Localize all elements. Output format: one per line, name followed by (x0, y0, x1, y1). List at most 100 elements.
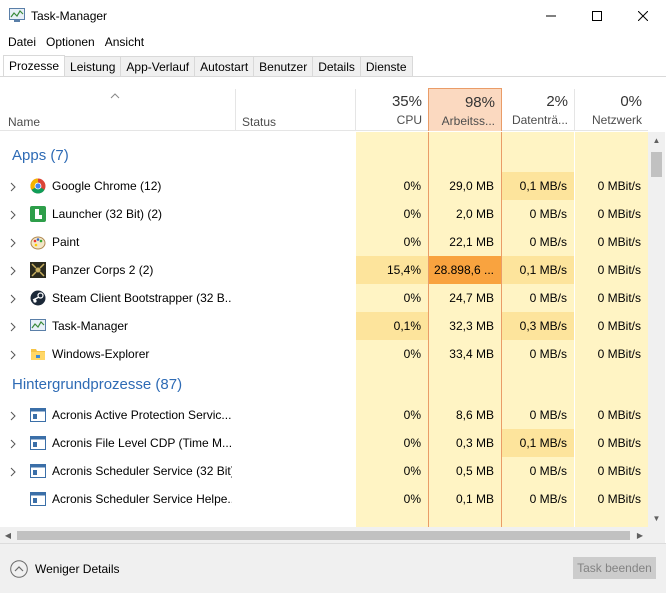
group-background-processes[interactable]: Hintergrundprozesse (87) (0, 368, 648, 401)
vertical-scrollbar[interactable]: ▲ ▼ (648, 132, 665, 543)
task-manager-icon (30, 318, 46, 334)
collapse-chevron-icon[interactable] (10, 560, 28, 578)
process-row[interactable]: Panzer Corps 2 (2) 15,4% 28.898,6 ... 0,… (0, 256, 648, 284)
process-name: Task-Manager (52, 319, 129, 333)
scroll-right-icon[interactable]: ▶ (632, 527, 648, 543)
group-title: Hintergrundprozesse (87) (12, 376, 183, 393)
memory-value: 0,5 MB (455, 464, 494, 478)
fewer-details-link[interactable]: Weniger Details (35, 562, 119, 576)
disk-value: 0,1 MB/s (502, 256, 574, 284)
task-manager-app-icon (9, 8, 25, 22)
memory-value: 33,4 MB (449, 347, 494, 361)
service-window-icon (30, 407, 46, 423)
process-row[interactable]: Acronis Active Protection Servic... 0% 8… (0, 401, 648, 429)
service-window-icon (30, 491, 46, 507)
network-value: 0 MBit/s (597, 179, 641, 193)
menu-optionen[interactable]: Optionen (41, 35, 100, 49)
group-title: Apps (7) (12, 147, 69, 164)
chevron-right-icon[interactable] (10, 293, 16, 304)
network-value: 0 MBit/s (597, 436, 641, 450)
close-button[interactable] (620, 0, 666, 31)
chevron-right-icon[interactable] (10, 265, 16, 276)
memory-value: 8,6 MB (455, 408, 494, 422)
memory-value: 29,0 MB (449, 179, 494, 193)
process-row[interactable]: Acronis Scheduler Service (32 Bit) 0% 0,… (0, 457, 648, 485)
tab-app-verlauf[interactable]: App-Verlauf (120, 56, 196, 76)
group-apps[interactable]: Apps (7) (0, 139, 648, 172)
memory-value: 0,3 MB (455, 436, 494, 450)
process-row[interactable]: Steam Client Bootstrapper (32 B... 0% 24… (0, 284, 648, 312)
end-task-button[interactable]: Task beenden (573, 557, 656, 579)
memory-value: 28.898,6 ... (429, 256, 501, 284)
network-value: 0 MBit/s (597, 464, 641, 478)
tab-leistung[interactable]: Leistung (64, 56, 122, 76)
process-panel: Name Status 35% CPU 98% Arbeitss... 2% D… (0, 77, 666, 543)
header-disk[interactable]: 2% Datenträ... (502, 88, 574, 131)
scroll-down-icon[interactable]: ▼ (648, 510, 665, 527)
chevron-right-icon[interactable] (10, 349, 16, 360)
tab-details[interactable]: Details (312, 56, 361, 76)
process-row[interactable]: Paint 0% 22,1 MB 0 MB/s 0 MBit/s (0, 228, 648, 256)
chevron-right-icon[interactable] (10, 410, 16, 421)
chevron-right-icon[interactable] (10, 237, 16, 248)
scroll-up-icon[interactable]: ▲ (648, 132, 665, 149)
header-status[interactable]: Status (242, 115, 276, 129)
disk-value: 0 MB/s (529, 291, 567, 305)
process-row[interactable]: Task-Manager 0,1% 32,3 MB 0,3 MB/s 0 MBi… (0, 312, 648, 340)
tab-strip: Prozesse Leistung App-Verlauf Autostart … (3, 55, 413, 76)
scroll-left-icon[interactable]: ◀ (0, 527, 16, 543)
column-header: Name Status 35% CPU 98% Arbeitss... 2% D… (0, 88, 648, 131)
header-cpu-pct: 35% (391, 93, 422, 110)
tab-prozesse[interactable]: Prozesse (3, 55, 66, 76)
memory-value: 32,3 MB (449, 319, 494, 333)
network-value: 0 MBit/s (597, 207, 641, 221)
process-row[interactable]: Windows-Explorer 0% 33,4 MB 0 MB/s 0 MBi… (0, 340, 648, 368)
disk-value: 0,1 MB/s (502, 429, 574, 457)
vertical-scroll-thumb[interactable] (651, 152, 662, 177)
tab-dienste[interactable]: Dienste (359, 56, 413, 76)
cpu-value: 0% (403, 207, 421, 221)
menu-ansicht[interactable]: Ansicht (100, 35, 149, 49)
process-row[interactable]: Launcher (32 Bit) (2) 0% 2,0 MB 0 MB/s 0… (0, 200, 648, 228)
process-list: Apps (7) Google Chrome (12) 0% 29,0 MB 0… (0, 139, 648, 513)
process-name: Launcher (32 Bit) (2) (52, 207, 163, 221)
network-value: 0 MBit/s (597, 235, 641, 249)
network-value: 0 MBit/s (597, 263, 641, 277)
network-value: 0 MBit/s (597, 492, 641, 506)
minimize-button[interactable] (528, 0, 574, 31)
horizontal-scroll-thumb[interactable] (17, 531, 630, 540)
disk-value: 0 MB/s (529, 235, 567, 249)
cpu-value: 0% (403, 347, 421, 361)
process-name: Paint (52, 235, 80, 249)
tab-autostart[interactable]: Autostart (194, 56, 255, 76)
header-cpu[interactable]: 35% CPU (356, 88, 428, 131)
header-name[interactable]: Name (8, 115, 40, 129)
header-separator[interactable] (235, 89, 236, 131)
process-name: Acronis File Level CDP (Time M... (52, 436, 232, 450)
disk-value: 0 MB/s (529, 464, 567, 478)
network-value: 0 MBit/s (597, 347, 641, 361)
cpu-value: 0% (403, 408, 421, 422)
cpu-value: 0% (403, 291, 421, 305)
menu-datei[interactable]: Datei (3, 35, 41, 49)
tab-benutzer[interactable]: Benutzer (253, 56, 314, 76)
chevron-right-icon[interactable] (10, 209, 16, 220)
chevron-right-icon[interactable] (10, 321, 16, 332)
cpu-value: 0,1% (356, 312, 428, 340)
process-row[interactable]: Google Chrome (12) 0% 29,0 MB 0,1 MB/s 0… (0, 172, 648, 200)
horizontal-scrollbar[interactable]: ◀ ▶ (0, 527, 648, 543)
header-memory[interactable]: 98% Arbeitss... (428, 88, 502, 131)
process-row[interactable]: Acronis File Level CDP (Time M... 0% 0,3… (0, 429, 648, 457)
process-row[interactable]: Acronis Scheduler Service Helpe... 0% 0,… (0, 485, 648, 513)
folder-icon (30, 346, 46, 362)
cpu-value: 0% (403, 492, 421, 506)
chevron-right-icon[interactable] (10, 438, 16, 449)
panzer-corps-icon (30, 262, 46, 278)
chevron-right-icon[interactable] (10, 181, 16, 192)
disk-value: 0 MB/s (529, 207, 567, 221)
header-disk-label: Datenträ... (511, 113, 568, 127)
maximize-button[interactable] (574, 0, 620, 31)
cpu-value: 15,4% (356, 256, 428, 284)
header-network[interactable]: 0% Netzwerk (575, 88, 648, 131)
chevron-right-icon[interactable] (10, 466, 16, 477)
